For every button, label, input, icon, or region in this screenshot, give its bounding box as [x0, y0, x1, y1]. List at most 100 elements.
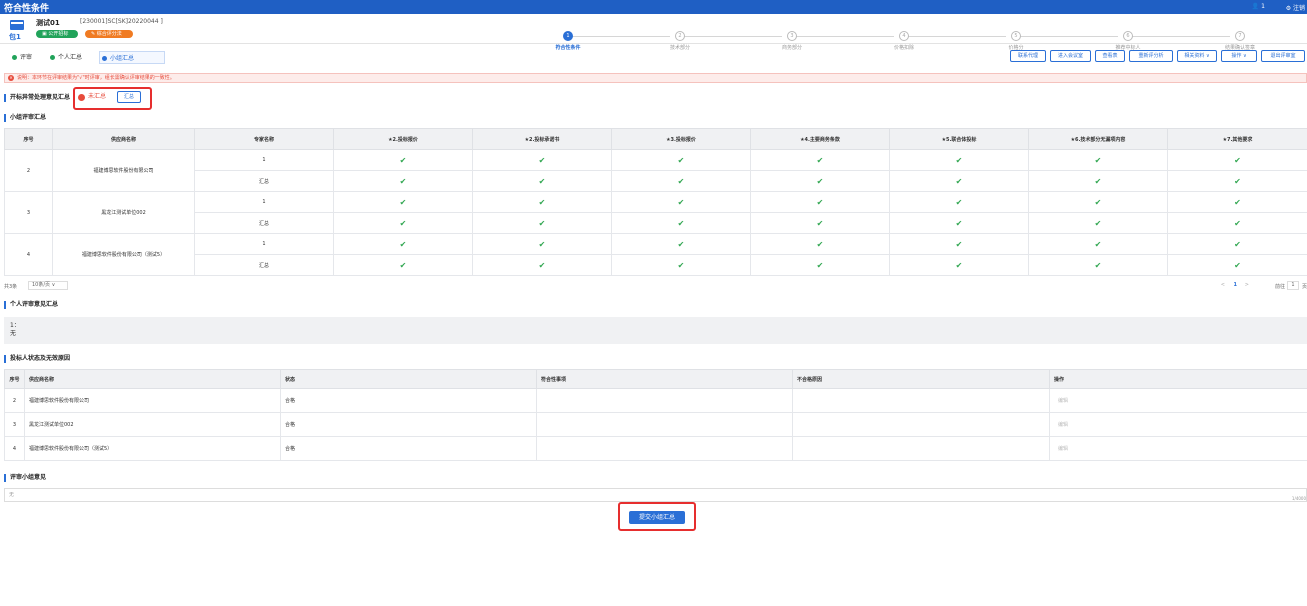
package-label[interactable]: 包1 [9, 32, 21, 42]
user-indicator[interactable]: 👤 1 [1252, 3, 1265, 10]
column-header: 供应商名称 [24, 369, 281, 389]
column-header: 符合性事项 [536, 369, 793, 389]
summary-label: 汇总 [194, 170, 334, 192]
step-4-label[interactable]: 价格扣除 [874, 44, 934, 51]
tab-group-summary[interactable]: 小组汇总 [99, 51, 165, 64]
view-table-button[interactable]: 查看表 [1095, 50, 1125, 62]
exception-summary-title: 开标异常处理意见汇总 [4, 94, 70, 102]
check-icon: ✔ [1094, 260, 1102, 270]
step-2-dot[interactable]: 2 [675, 31, 685, 41]
group-opinion-textarea[interactable]: 无 1/4000 [4, 488, 1307, 502]
table-row: 汇总 ✔ ✔ ✔ ✔ ✔ ✔ ✔ [5, 170, 1307, 192]
exit-review-button[interactable]: 退出评审室 [1261, 50, 1305, 62]
procurement-method-badge: ▣ 公开招标 [36, 30, 78, 38]
check-icon: ✔ [399, 176, 407, 186]
char-counter: 1/4000 [1291, 496, 1306, 501]
opinion-line: 无 [10, 330, 17, 337]
check-icon: ✔ [677, 260, 685, 270]
check-icon: ✔ [1234, 218, 1241, 228]
table-row: 2 福建博思软件股份有限公司 合格 编辑 [4, 388, 1307, 413]
edit-link[interactable]: 编辑 [1049, 436, 1307, 461]
column-header: ★2.投标承诺书 [472, 128, 612, 150]
page-jump-input[interactable]: 1 [1287, 281, 1299, 290]
row-number: 2 [4, 149, 53, 192]
check-icon: ✔ [816, 218, 824, 228]
step-7-dot[interactable]: 7 [1235, 31, 1245, 41]
table-row: 4 福建博思软件股份有限公司（测试5） 1 ✔ ✔ ✔ ✔ ✔ ✔ ✔ [4, 233, 1307, 276]
table-row: 汇总 ✔ ✔ ✔ ✔ ✔ ✔ ✔ [5, 212, 1307, 234]
tab-review[interactable]: 评审 [10, 51, 48, 64]
summary-label: 汇总 [194, 254, 334, 276]
check-icon: ✔ [955, 239, 963, 249]
tab-personal-summary[interactable]: 个人汇总 [48, 51, 94, 64]
check-icon: ✔ [538, 155, 546, 165]
evaluation-method-badge: ✎ 综合评分法 [85, 30, 133, 38]
check-icon: ✔ [1234, 239, 1241, 249]
step-connector [570, 36, 670, 37]
page-unit-label: 页 [1301, 284, 1307, 290]
step-connector [1018, 36, 1118, 37]
rescore-button[interactable]: 重新评分析 [1129, 50, 1173, 62]
total-count: 共3条 [4, 284, 18, 290]
bidder-status: 合格 [280, 412, 537, 437]
step-5-dot[interactable]: 5 [1011, 31, 1021, 41]
check-icon: ✔ [1234, 260, 1241, 270]
page-size-select[interactable]: 10条/页 ∨ [28, 281, 68, 290]
column-header: ★4.主要商务条款 [750, 128, 890, 150]
step-1-label[interactable]: 符合性条件 [538, 44, 598, 51]
check-icon: ✔ [816, 155, 824, 165]
check-icon: ✔ [1094, 197, 1102, 207]
column-header: ★5.联合体投标 [889, 128, 1029, 150]
step-3-label[interactable]: 商务部分 [762, 44, 822, 51]
error-icon: ✕ [8, 75, 14, 81]
step-4-dot[interactable]: 4 [899, 31, 909, 41]
check-icon: ✔ [1094, 239, 1102, 249]
notice-text: 说明：本环节在评审结果为"√"时评审，组长需确认评审结果的一致性。 [17, 75, 175, 81]
window-title: 符合性条件 [4, 4, 50, 14]
column-header: 序号 [4, 128, 53, 150]
next-page-button[interactable]: > [1245, 282, 1249, 288]
bidder-status: 合格 [280, 436, 537, 461]
contact-agent-button[interactable]: 联系代理 [1010, 50, 1046, 62]
check-icon: ✔ [399, 260, 407, 270]
supplier-name: 黑龙江测试单位002 [52, 191, 195, 234]
column-header: ★7.其他要求 [1167, 128, 1307, 150]
check-icon: ✔ [399, 197, 407, 207]
expert-name: 1 [194, 233, 334, 255]
project-header: 包1 测试01 [230001]SC[SK]20220044 ] ▣ 公开招标 … [0, 14, 1307, 51]
enter-meeting-button[interactable]: 进入会议室 [1050, 50, 1091, 62]
check-icon: ✔ [677, 197, 685, 207]
operations-dropdown[interactable]: 操作 ∨ [1221, 50, 1257, 62]
check-icon: ✔ [538, 218, 546, 228]
row-number: 4 [4, 233, 53, 276]
expert-name: 1 [194, 191, 334, 213]
check-icon: ✔ [955, 197, 963, 207]
edit-link[interactable]: 编辑 [1049, 412, 1307, 437]
check-icon: ✔ [1234, 155, 1241, 165]
prev-page-button[interactable]: < [1221, 282, 1225, 288]
edit-link[interactable]: 编辑 [1049, 388, 1307, 413]
highlight-box [73, 87, 152, 110]
table-row: 2 福建博思软件股份有限公司 1 ✔ ✔ ✔ ✔ ✔ ✔ ✔ [4, 149, 1307, 192]
check-icon: ✔ [1234, 197, 1241, 207]
current-page[interactable]: 1 [1234, 282, 1237, 288]
related-docs-dropdown[interactable]: 相关资料 ∨ [1177, 50, 1217, 62]
step-3-dot[interactable]: 3 [787, 31, 797, 41]
table-row: 3 黑龙江测试单位002 合格 编辑 [4, 412, 1307, 437]
logout-button[interactable]: ⚙ 注销 [1286, 3, 1305, 12]
step-connector [794, 36, 894, 37]
row-number: 3 [4, 412, 25, 437]
column-header: 专家名称 [194, 128, 334, 150]
step-6-dot[interactable]: 6 [1123, 31, 1133, 41]
row-number: 2 [4, 388, 25, 413]
column-header: ★6.技术部分无漏项内容 [1028, 128, 1168, 150]
check-icon: ✔ [399, 155, 407, 165]
step-2-label[interactable]: 技术部分 [650, 44, 710, 51]
column-header: 供应商名称 [52, 128, 195, 150]
supplier-name: 福建博思软件股份有限公司 [52, 149, 195, 192]
bidder-status-table: 序号 供应商名称 状态 符合性事项 不合格原因 操作 2 福建博思软件股份有限公… [4, 369, 1307, 461]
group-opinion-value: 无 [9, 492, 15, 498]
check-icon: ✔ [538, 197, 546, 207]
check-icon: ✔ [816, 260, 824, 270]
step-1-dot[interactable]: 1 [563, 31, 573, 41]
